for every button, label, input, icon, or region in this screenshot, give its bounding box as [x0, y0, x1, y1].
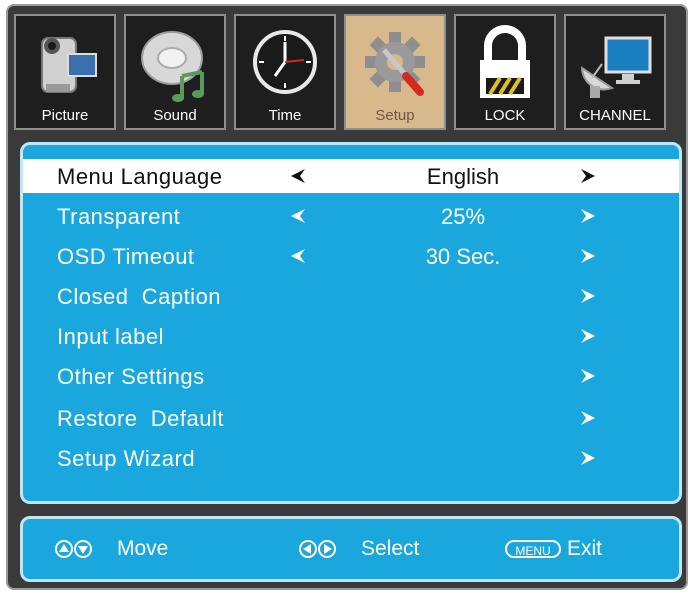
tab-label: Time: [268, 107, 302, 124]
tab-label: LOCK: [484, 107, 526, 124]
tab-time[interactable]: Time: [234, 14, 336, 130]
arrow-right-icon[interactable]: [579, 279, 597, 313]
menu-row-input-label[interactable]: Input label: [23, 319, 679, 353]
tab-bar: Picture Sound Time Setup LOCK CHANNEL: [14, 14, 684, 132]
clock-icon: [253, 30, 317, 94]
arrow-right-icon[interactable]: [579, 441, 597, 475]
tab-label: Sound: [153, 107, 197, 124]
menu-row-label: Restore Default: [57, 406, 224, 431]
tab-label: Picture: [41, 107, 89, 124]
up-down-icon: [55, 540, 92, 558]
menu-row-setup-wizard[interactable]: Setup Wizard: [23, 441, 679, 475]
satellite-monitor-icon: [580, 36, 652, 98]
music-disc-icon: [141, 31, 204, 102]
menu-row-label: Other Settings: [57, 364, 205, 389]
arrow-left-icon[interactable]: [289, 159, 307, 193]
arrow-left-icon[interactable]: [289, 199, 307, 233]
menu-row-closed-caption[interactable]: Closed Caption: [23, 279, 679, 313]
arrow-right-icon[interactable]: [579, 159, 597, 193]
menu-row-other-settings[interactable]: Other Settings: [23, 359, 679, 393]
tab-channel[interactable]: CHANNEL: [564, 14, 666, 130]
tab-label: CHANNEL: [579, 107, 651, 124]
menu-key-icon: MENU: [505, 540, 561, 558]
menu-row-label: Transparent: [57, 204, 181, 229]
left-right-icon: [299, 540, 336, 558]
menu-row-osd-timeout[interactable]: OSD Timeout 30 Sec.: [23, 239, 679, 273]
menu-row-label: Closed Caption: [57, 284, 222, 309]
tab-lock[interactable]: LOCK: [454, 14, 556, 130]
menu-row-menu-language[interactable]: Menu Language English: [23, 159, 679, 193]
menu-row-value: 25%: [440, 204, 486, 229]
menu-row-restore-default[interactable]: Restore Default: [23, 401, 679, 435]
arrow-right-icon[interactable]: [579, 359, 597, 393]
arrow-right-icon[interactable]: [579, 401, 597, 435]
arrow-right-icon[interactable]: [579, 199, 597, 233]
tab-label: Setup: [375, 107, 415, 124]
tab-sound[interactable]: Sound: [124, 14, 226, 130]
menu-row-label: Menu Language: [57, 164, 223, 189]
menu-row-value: 30 Sec.: [425, 244, 501, 269]
key-hint-bar: Move Select MENU Exit: [20, 516, 682, 582]
setup-menu-panel: Menu Language English Transparent 25% OS…: [20, 142, 682, 504]
padlock-icon: [480, 25, 530, 98]
gear-wrench-icon: [365, 32, 425, 96]
menu-row-value: English: [426, 164, 500, 189]
menu-row-label: Input label: [57, 324, 165, 349]
move-label: Move: [117, 537, 169, 560]
menu-row-transparent[interactable]: Transparent 25%: [23, 199, 679, 233]
arrow-right-icon[interactable]: [579, 319, 597, 353]
arrow-left-icon[interactable]: [289, 239, 307, 273]
camcorder-icon: [41, 37, 97, 93]
exit-label: Exit: [567, 537, 603, 560]
menu-row-label: Setup Wizard: [57, 446, 196, 471]
menu-row-label: OSD Timeout: [57, 244, 195, 269]
select-label: Select: [361, 537, 420, 560]
tab-picture[interactable]: Picture: [14, 14, 116, 130]
tab-setup[interactable]: Setup: [344, 14, 446, 130]
arrow-right-icon[interactable]: [579, 239, 597, 273]
